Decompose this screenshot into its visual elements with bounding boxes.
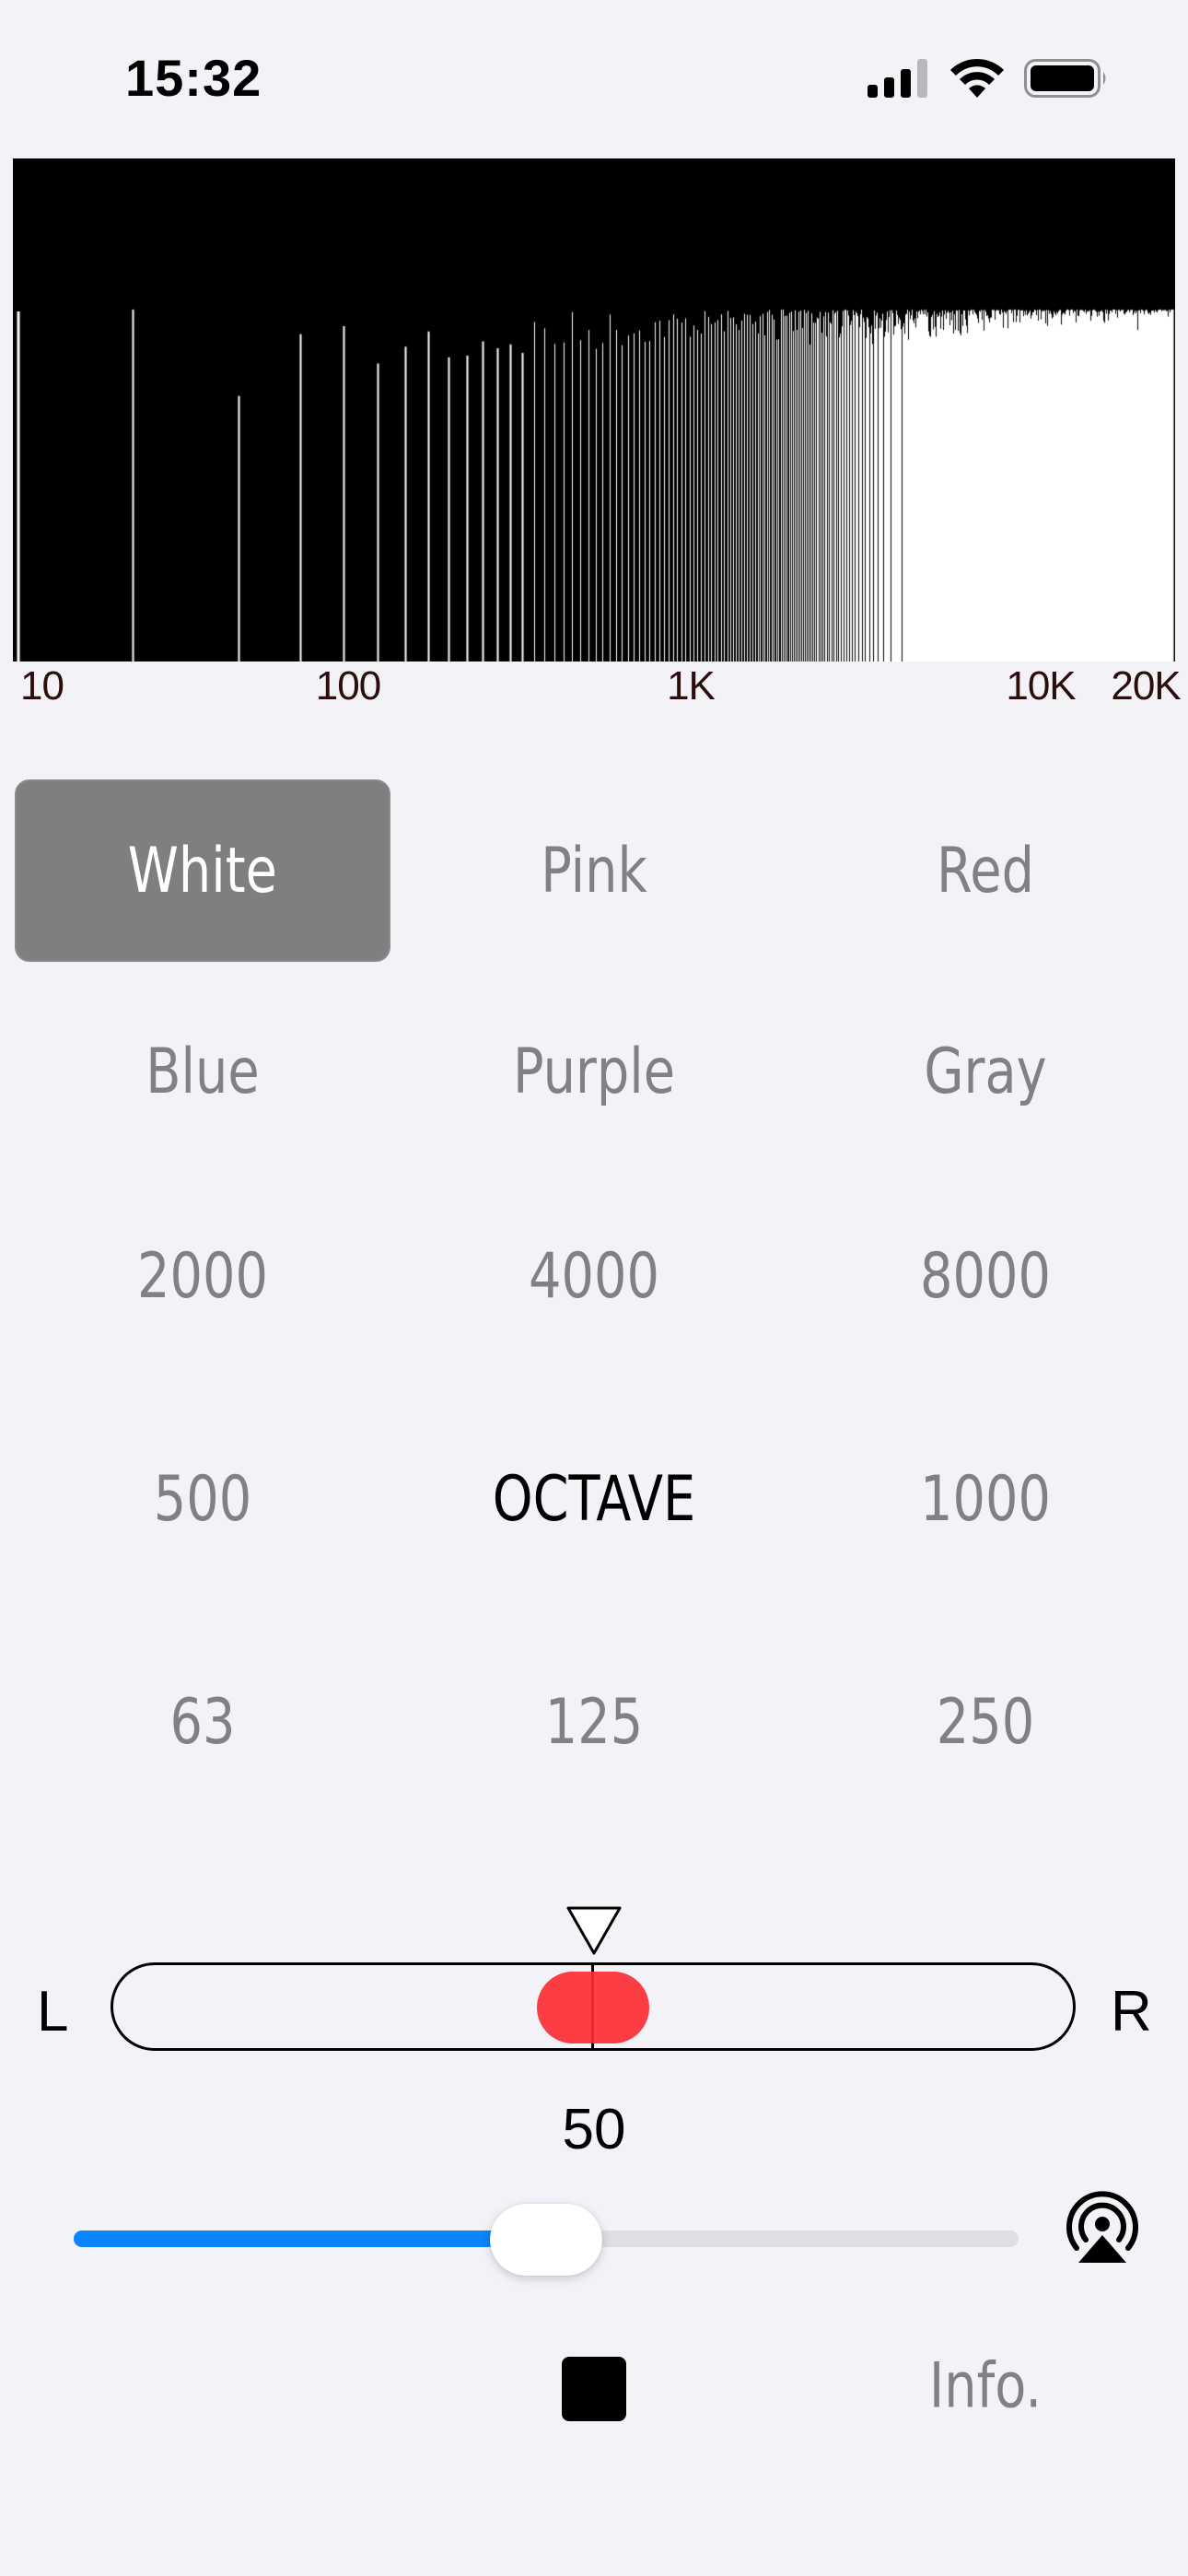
cellular-signal-icon [868, 59, 927, 98]
noise-gray-button[interactable]: Gray [832, 980, 1140, 1163]
band-2000-button[interactable]: 2000 [49, 1185, 357, 1367]
noise-pink-button[interactable]: Pink [440, 779, 749, 962]
band-63-button[interactable]: 63 [49, 1631, 357, 1813]
freq-label-1k: 1K [667, 663, 716, 708]
spectrum-display [13, 158, 1175, 662]
octave-mode-button[interactable]: OCTAVE [440, 1408, 749, 1590]
stop-button[interactable] [562, 2357, 626, 2421]
balance-center-marker-icon [566, 1906, 622, 1955]
band-125-button[interactable]: 125 [440, 1631, 749, 1813]
freq-label-10: 10 [20, 663, 64, 708]
status-time: 15:32 [125, 49, 262, 107]
band-500-button[interactable]: 500 [49, 1408, 357, 1590]
noise-blue-button[interactable]: Blue [49, 980, 357, 1163]
noise-red-button[interactable]: Red [832, 779, 1140, 962]
band-8000-button[interactable]: 8000 [832, 1185, 1140, 1367]
volume-slider-fill [74, 2231, 546, 2247]
freq-label-20k: 20K [1111, 663, 1181, 708]
info-button[interactable]: Info. [929, 2350, 1042, 2423]
wifi-icon [950, 58, 1004, 98]
balance-right-label: R [1111, 1980, 1152, 2043]
volume-slider-thumb[interactable] [490, 2204, 602, 2276]
freq-label-10k: 10K [1006, 663, 1076, 708]
band-4000-button[interactable]: 4000 [440, 1185, 749, 1367]
volume-value: 50 [562, 2098, 626, 2161]
balance-slider-knob[interactable] [537, 1972, 649, 2043]
battery-icon [1024, 59, 1106, 98]
balance-left-label: L [37, 1980, 69, 2043]
freq-label-100: 100 [315, 663, 381, 708]
noise-white-button[interactable]: White [15, 779, 390, 962]
band-1000-button[interactable]: 1000 [832, 1408, 1140, 1590]
airplay-icon[interactable] [1061, 2189, 1144, 2265]
noise-purple-button[interactable]: Purple [440, 980, 749, 1163]
band-250-button[interactable]: 250 [832, 1631, 1140, 1813]
